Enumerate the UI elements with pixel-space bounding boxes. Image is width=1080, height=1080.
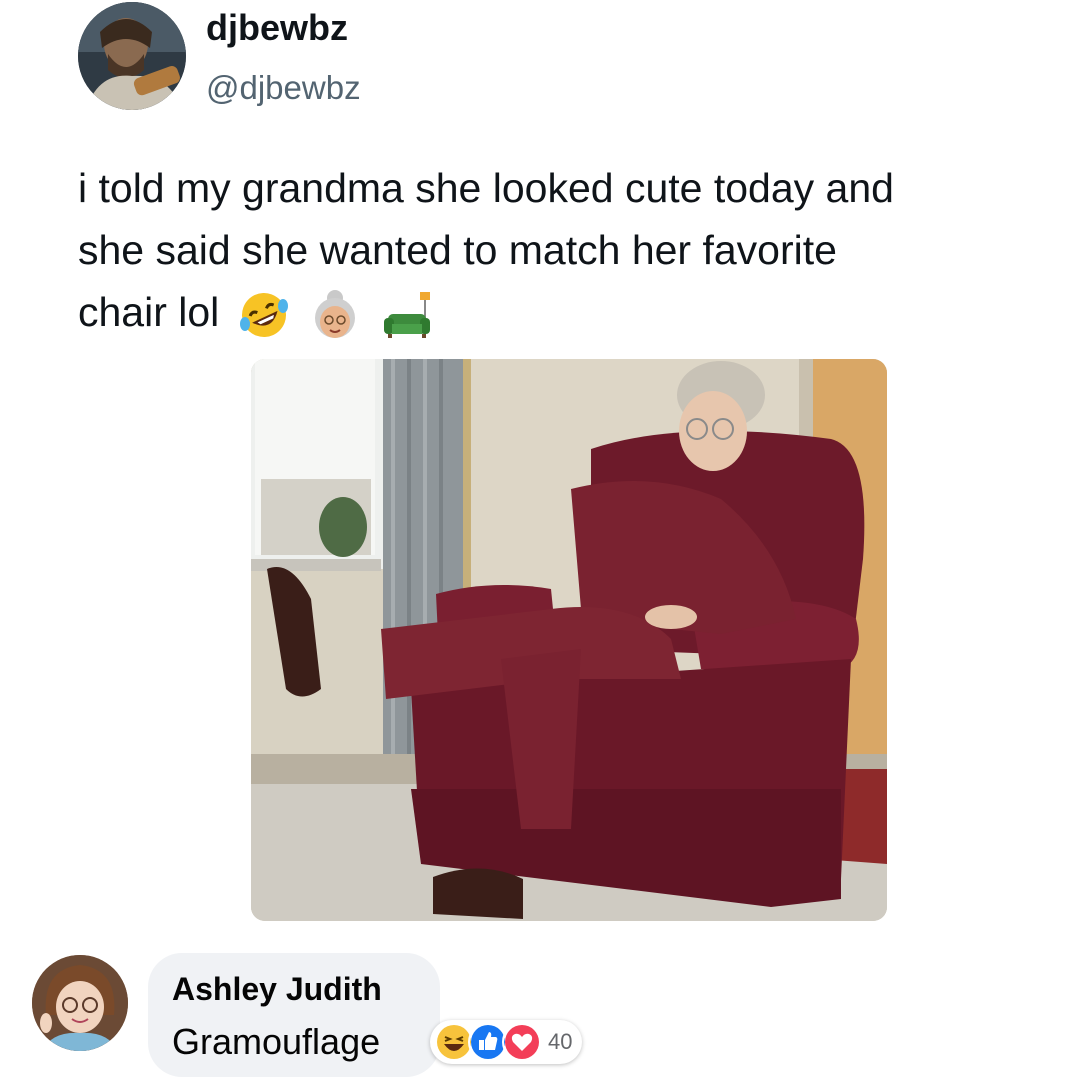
tweet-text: i told my grandma she looked cute today … bbox=[78, 157, 1058, 343]
couch-icon bbox=[380, 288, 434, 342]
tweet-text-line: i told my grandma she looked cute today … bbox=[78, 165, 894, 211]
commenter-avatar[interactable] bbox=[32, 955, 128, 1051]
author-avatar[interactable] bbox=[78, 2, 186, 110]
rolling-on-floor-laughing-icon bbox=[237, 288, 291, 342]
author-display-name[interactable]: djbewbz bbox=[206, 6, 361, 50]
comment-bubble: Ashley Judith Gramouflage bbox=[148, 953, 440, 1077]
older-woman-icon bbox=[308, 288, 362, 342]
grandma-in-chair-photo bbox=[251, 359, 887, 921]
comment-text: Gramouflage bbox=[172, 1021, 381, 1062]
tweet-text-line: she said she wanted to match her favorit… bbox=[78, 227, 837, 273]
tweet-photo[interactable] bbox=[251, 359, 887, 921]
comment-author-name[interactable]: Ashley Judith bbox=[172, 971, 382, 1008]
reaction-count: 40 bbox=[548, 1029, 573, 1054]
tweet-text-line: chair lol bbox=[78, 281, 1058, 343]
tweet-text-line-end: chair lol bbox=[78, 289, 220, 335]
reaction-summary[interactable]: 40 bbox=[430, 1020, 583, 1064]
author-handle[interactable]: @djbewbz bbox=[206, 66, 361, 110]
love-reaction-icon bbox=[502, 1022, 542, 1062]
